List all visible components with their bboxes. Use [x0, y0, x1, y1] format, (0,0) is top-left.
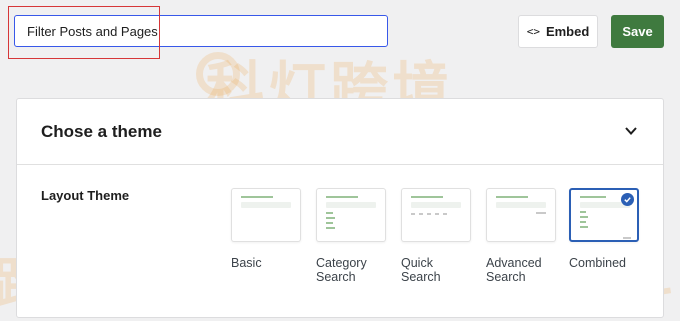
theme-option-combined[interactable]: Combined	[569, 188, 639, 270]
watermark-logo	[196, 52, 240, 96]
theme-option-category-search[interactable]: Category Search	[316, 188, 386, 284]
theme-label: Basic	[231, 256, 262, 270]
theme-thumbnail	[231, 188, 301, 242]
theme-option-quick-search[interactable]: Quick Search	[401, 188, 471, 284]
theme-panel: Chose a theme Layout Theme Basic Categor…	[16, 98, 664, 318]
save-button[interactable]: Save	[611, 15, 664, 48]
theme-label: Category Search	[316, 256, 367, 284]
embed-button[interactable]: <> Embed	[518, 15, 598, 48]
layout-theme-label: Layout Theme	[41, 188, 130, 203]
theme-label: Quick Search	[401, 256, 441, 284]
embed-label: Embed	[545, 24, 590, 39]
panel-title: Chose a theme	[41, 122, 162, 141]
theme-option-advanced-search[interactable]: Advanced Search	[486, 188, 556, 284]
checkmark-icon	[621, 193, 634, 206]
theme-thumbnail	[401, 188, 471, 242]
chevron-down-icon[interactable]	[623, 123, 639, 139]
theme-label: Combined	[569, 256, 626, 270]
panel-header[interactable]: Chose a theme	[17, 99, 663, 165]
code-icon: <>	[526, 25, 540, 38]
theme-label: Advanced Search	[486, 256, 542, 284]
theme-thumbnail-selected	[569, 188, 639, 242]
theme-option-basic[interactable]: Basic	[231, 188, 301, 270]
theme-thumbnail	[486, 188, 556, 242]
theme-thumbnail	[316, 188, 386, 242]
search-input[interactable]	[14, 15, 388, 47]
